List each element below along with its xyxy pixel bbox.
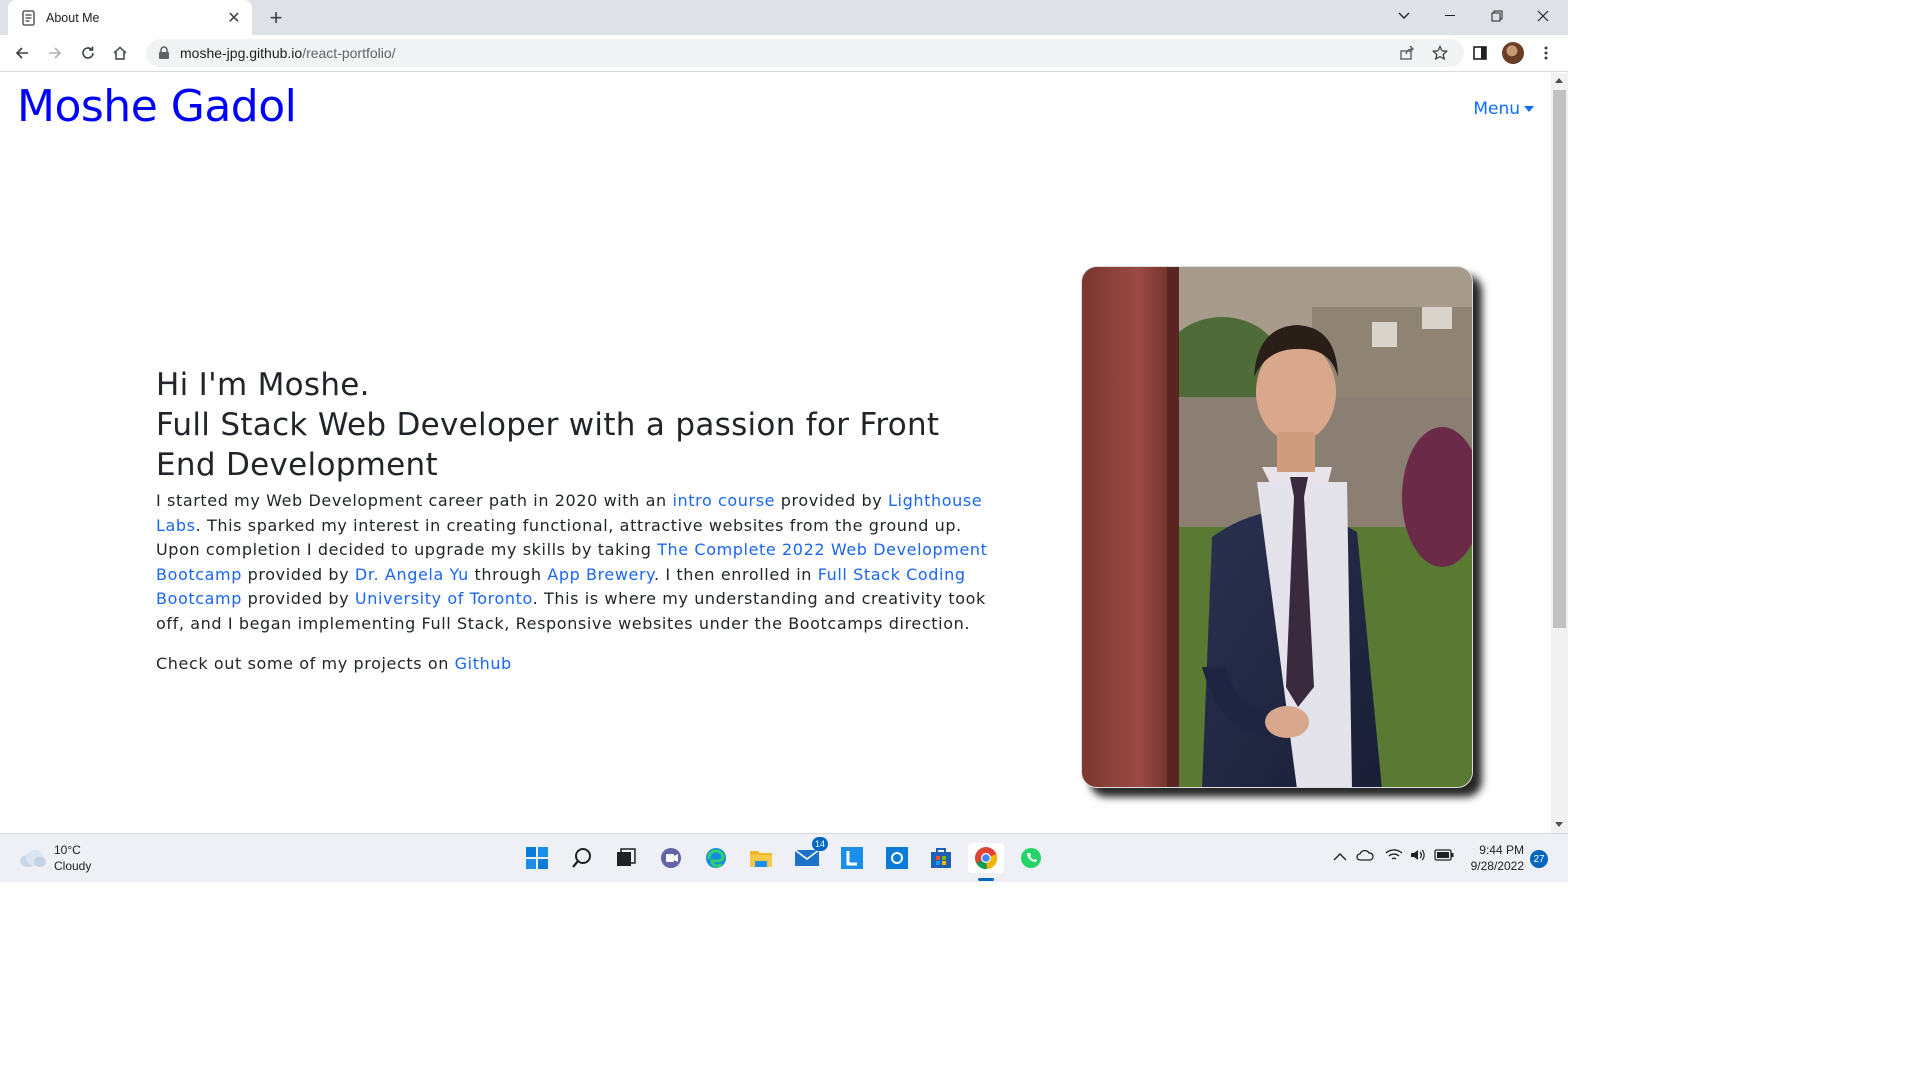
restore-icon[interactable] bbox=[1474, 0, 1520, 32]
scroll-up-icon[interactable] bbox=[1555, 78, 1563, 83]
onedrive-icon[interactable] bbox=[1356, 849, 1374, 864]
share-icon[interactable] bbox=[1393, 39, 1421, 67]
teams-chat-icon[interactable] bbox=[656, 843, 686, 873]
volume-icon[interactable] bbox=[1409, 848, 1427, 865]
bookmark-star-icon[interactable] bbox=[1426, 39, 1454, 67]
angela-yu-link[interactable]: Dr. Angela Yu bbox=[355, 565, 469, 584]
about-heading: Hi I'm Moshe. Full Stack Web Developer w… bbox=[156, 365, 1006, 485]
page-favicon-icon bbox=[20, 9, 38, 27]
reload-icon[interactable] bbox=[74, 39, 102, 67]
about-paragraph: I started my Web Development career path… bbox=[156, 489, 1006, 636]
browser-tab[interactable]: About Me ✕ bbox=[8, 0, 252, 35]
chrome-icon[interactable] bbox=[968, 843, 1004, 873]
text: provided by bbox=[241, 564, 355, 584]
profile-photo bbox=[1081, 266, 1473, 788]
clock-time: 9:44 PM bbox=[1479, 843, 1524, 857]
file-explorer-icon[interactable] bbox=[746, 843, 776, 873]
caret-down-icon bbox=[1524, 106, 1534, 112]
text: I started my Web Development career path… bbox=[156, 491, 673, 510]
text: . I then enrolled in bbox=[653, 564, 818, 584]
forward-icon[interactable] bbox=[41, 39, 69, 67]
system-clock[interactable]: 9:44 PM 9/28/2022 bbox=[1462, 842, 1524, 874]
profile-avatar[interactable] bbox=[1502, 42, 1524, 64]
start-icon[interactable] bbox=[522, 843, 552, 873]
text: Check out some of my projects on bbox=[156, 654, 455, 673]
about-section: Hi I'm Moshe. Full Stack Web Developer w… bbox=[156, 365, 1006, 677]
text: through bbox=[468, 564, 548, 584]
task-view-icon[interactable] bbox=[611, 843, 641, 873]
tab-search-icon[interactable] bbox=[1381, 0, 1427, 32]
more-menu-icon[interactable] bbox=[1532, 39, 1560, 67]
cloud-icon bbox=[20, 850, 46, 867]
windows-taskbar: 10°C Cloudy 14 9:44 PM 9/28/2022 27 bbox=[0, 833, 1568, 882]
browser-toolbar: moshe-jpg.github.io/react-portfolio/ bbox=[0, 35, 1568, 72]
text: provided by bbox=[241, 589, 355, 608]
cortana-icon[interactable] bbox=[882, 843, 912, 873]
text: provided by bbox=[775, 491, 889, 510]
chevron-up-icon[interactable] bbox=[1333, 850, 1347, 865]
url-host: moshe-jpg.github.io bbox=[180, 45, 303, 61]
page-content: Moshe Gadol Menu Hi I'm Moshe. Full Stac… bbox=[0, 73, 1551, 833]
app-brewery-link[interactable]: App Brewery bbox=[547, 565, 654, 584]
mail-badge: 14 bbox=[811, 837, 828, 851]
minimize-icon[interactable] bbox=[1427, 0, 1473, 32]
side-panel-icon[interactable] bbox=[1466, 39, 1494, 67]
search-icon[interactable] bbox=[567, 843, 597, 873]
active-app-indicator bbox=[978, 878, 994, 881]
address-bar[interactable]: moshe-jpg.github.io/react-portfolio/ bbox=[146, 39, 1464, 67]
url-path: /react-portfolio/ bbox=[302, 45, 396, 61]
menu-dropdown[interactable]: Menu bbox=[1473, 99, 1534, 119]
heading-tagline: Full Stack Web Developer with a passion … bbox=[156, 407, 940, 483]
temperature: 10°C bbox=[54, 843, 81, 857]
back-icon[interactable] bbox=[8, 39, 36, 67]
tab-strip: About Me ✕ + bbox=[0, 0, 1568, 35]
scroll-thumb[interactable] bbox=[1553, 90, 1566, 628]
wifi-icon[interactable] bbox=[1385, 848, 1403, 865]
weather-widget[interactable]: 10°C Cloudy bbox=[18, 842, 91, 874]
github-paragraph: Check out some of my projects on Github bbox=[156, 652, 1006, 677]
notification-badge[interactable]: 27 bbox=[1530, 850, 1548, 868]
github-link[interactable]: Github bbox=[455, 654, 512, 673]
uoft-link[interactable]: University of Toronto bbox=[355, 589, 533, 608]
lock-icon[interactable] bbox=[158, 46, 172, 60]
heading-greeting: Hi I'm Moshe. bbox=[156, 367, 370, 403]
home-icon[interactable] bbox=[106, 39, 134, 67]
mail-icon[interactable]: 14 bbox=[792, 837, 828, 873]
battery-icon[interactable] bbox=[1434, 849, 1454, 864]
new-tab-icon[interactable]: + bbox=[264, 5, 288, 30]
site-brand[interactable]: Moshe Gadol bbox=[17, 81, 297, 132]
store-icon[interactable] bbox=[926, 843, 956, 873]
menu-label: Menu bbox=[1473, 99, 1520, 119]
whatsapp-icon[interactable] bbox=[1016, 843, 1046, 873]
tab-title: About Me bbox=[46, 10, 100, 25]
weather-condition: Cloudy bbox=[54, 859, 92, 873]
clock-date: 9/28/2022 bbox=[1470, 859, 1524, 873]
close-window-icon[interactable] bbox=[1520, 0, 1566, 32]
edge-icon[interactable] bbox=[701, 843, 731, 873]
intro-course-link[interactable]: intro course bbox=[672, 491, 775, 510]
scroll-down-icon[interactable] bbox=[1555, 822, 1563, 827]
lightshot-icon[interactable] bbox=[837, 843, 867, 873]
close-tab-icon[interactable]: ✕ bbox=[226, 10, 242, 27]
page-scrollbar[interactable] bbox=[1551, 73, 1568, 833]
